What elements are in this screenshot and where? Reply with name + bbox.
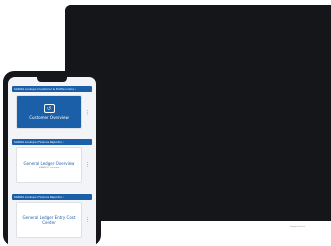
phone-section-header[interactable]: SGMAS Lookups (Customer & Profile Links)…	[12, 86, 92, 92]
phone-card-gl-entry-cost-center[interactable]: General Ledger Entry Cost Center	[16, 202, 82, 238]
phone-section-header[interactable]: SGMAS Lookups (Finance Reports) ›	[12, 194, 92, 200]
phone-card-customer-overview[interactable]: ↺ Customer Overview	[16, 95, 82, 129]
card-subtitle: SGMAS GL Overview	[38, 166, 60, 169]
card-label: General Ledger Entry Cost Center	[22, 215, 76, 225]
card-label: General Ledger Overview	[23, 160, 75, 166]
laptop-base	[65, 5, 331, 221]
customer-icon: ↺	[43, 104, 55, 113]
laptop-caption: Sample Screen	[290, 226, 306, 228]
phone-card-gl-overview[interactable]: General Ledger Overview SGMAS GL Overvie…	[16, 147, 82, 183]
card-label: Customer Overview	[29, 115, 69, 120]
phone-screen: SGMAS Lookups (Customer & Profile Links)…	[8, 77, 96, 246]
phone-device: SGMAS Lookups (Customer & Profile Links)…	[3, 71, 101, 246]
phone-section-header[interactable]: SGMAS Lookups (Finance Reports) ›	[12, 139, 92, 145]
more-icon[interactable]: ⋮	[85, 110, 90, 116]
more-icon[interactable]: ⋮	[85, 162, 90, 168]
phone-notch	[37, 77, 67, 82]
more-icon[interactable]: ⋮	[85, 217, 90, 223]
